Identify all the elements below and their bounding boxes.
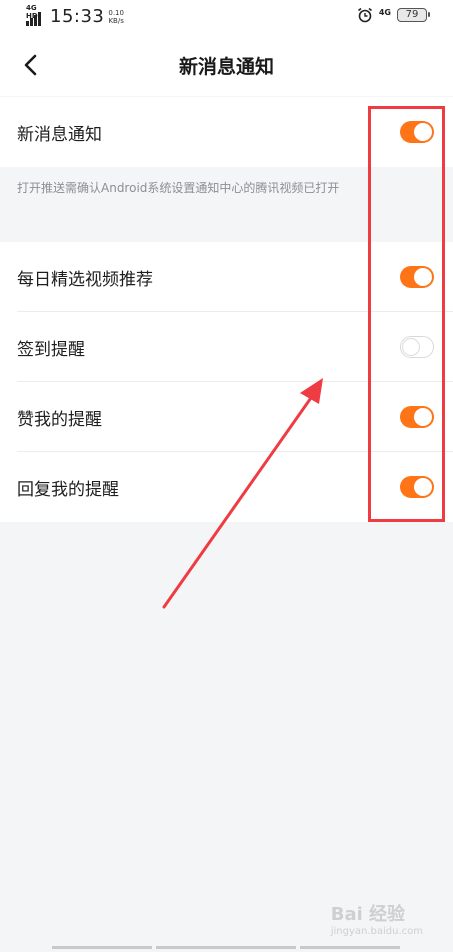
battery-icon: 79 bbox=[397, 8, 430, 22]
network-speed: 0.10 KB/s bbox=[108, 9, 124, 25]
status-bar: 4G HD 15:33 0.10 KB/s 4G 79 bbox=[0, 0, 453, 34]
signal-icon: 4G HD bbox=[26, 4, 44, 26]
settings-row-likes: 赞我的提醒 bbox=[0, 382, 453, 452]
clock: 15:33 bbox=[50, 6, 105, 27]
toggle-knob bbox=[414, 478, 432, 496]
new-message-toggle[interactable] bbox=[400, 121, 434, 143]
network-4g-label: 4G bbox=[378, 7, 391, 17]
nav-bar: 新消息通知 bbox=[0, 34, 453, 96]
baidu-watermark-logo: Bai 经验 jingyan.baidu.com bbox=[331, 900, 423, 937]
replies-reminder-toggle[interactable] bbox=[400, 476, 434, 498]
hint-text: 打开推送需确认Android系统设置通知中心的腾讯视频已打开 bbox=[17, 181, 340, 195]
row-label: 新消息通知 bbox=[17, 124, 102, 145]
settings-row-checkin: 签到提醒 bbox=[0, 312, 453, 382]
row-label: 赞我的提醒 bbox=[17, 409, 102, 430]
settings-row-daily-picks: 每日精选视频推荐 bbox=[0, 242, 453, 312]
settings-row-replies: 回复我的提醒 bbox=[0, 452, 453, 522]
row-label: 签到提醒 bbox=[17, 339, 85, 360]
alarm-icon bbox=[357, 7, 372, 23]
speed-unit: KB/s bbox=[108, 16, 124, 25]
likes-reminder-toggle[interactable] bbox=[400, 406, 434, 428]
home-indicator bbox=[300, 946, 400, 949]
daily-picks-toggle[interactable] bbox=[400, 266, 434, 288]
toggle-knob bbox=[414, 123, 432, 141]
toggle-knob bbox=[402, 338, 420, 356]
row-label: 每日精选视频推荐 bbox=[17, 269, 153, 290]
battery-level: 79 bbox=[405, 9, 419, 20]
page-title: 新消息通知 bbox=[178, 56, 274, 78]
home-indicator bbox=[156, 946, 296, 949]
toggle-knob bbox=[414, 268, 432, 286]
checkin-reminder-toggle[interactable] bbox=[400, 336, 434, 358]
speed-value: 0.10 bbox=[108, 8, 124, 17]
watermark-sub: jingyan.baidu.com bbox=[330, 926, 423, 937]
toggle-knob bbox=[414, 408, 432, 426]
row-label: 回复我的提醒 bbox=[17, 479, 119, 500]
settings-row-new-message: 新消息通知 bbox=[0, 97, 453, 167]
home-indicator bbox=[52, 946, 152, 949]
watermark-text: Bai 经验 bbox=[330, 904, 406, 925]
